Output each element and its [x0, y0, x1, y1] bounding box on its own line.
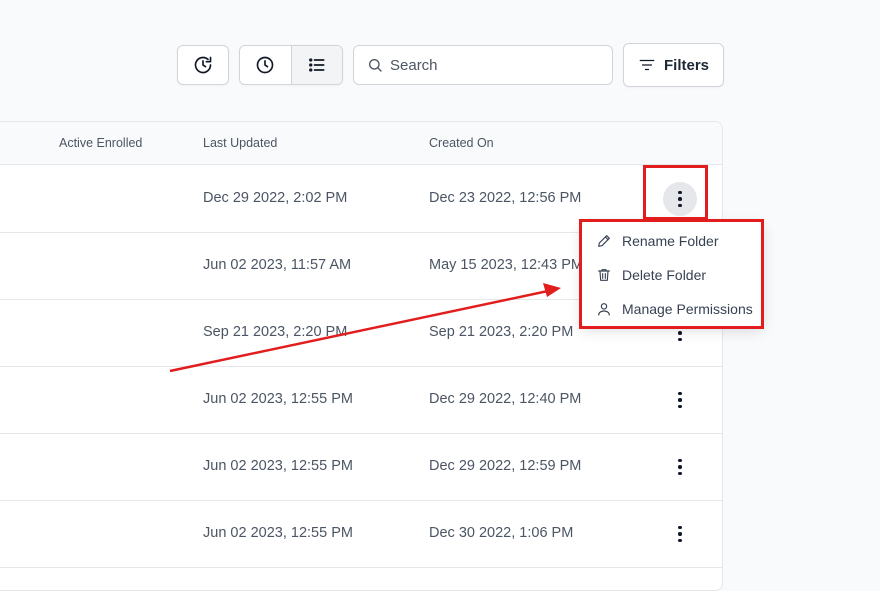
last-updated-cell: Sep 21 2023, 2:20 PM [203, 324, 348, 340]
list-icon [308, 58, 325, 72]
filters-button[interactable]: Filters [623, 43, 724, 87]
search-box[interactable] [353, 45, 613, 85]
more-vertical-icon [678, 458, 682, 476]
clock-view-button[interactable] [240, 46, 291, 84]
last-updated-cell: Jun 02 2023, 12:55 PM [203, 458, 353, 474]
history-icon [194, 56, 212, 74]
last-updated-cell: Jun 02 2023, 11:57 AM [203, 257, 352, 273]
row-actions-button[interactable] [663, 182, 697, 216]
user-icon [598, 303, 610, 316]
clock-icon [256, 56, 274, 74]
toolbar: Filters [0, 0, 880, 110]
trash-icon [598, 269, 610, 281]
created-on-cell: Dec 29 2022, 12:40 PM [429, 391, 582, 407]
list-view-button[interactable] [290, 46, 342, 84]
more-vertical-icon [678, 525, 682, 543]
search-icon [369, 58, 382, 72]
table-row[interactable]: Jun 02 2023, 12:55 PM Dec 30 2022, 1:06 … [0, 500, 722, 568]
table-header: Active Enrolled Last Updated Created On [0, 122, 722, 165]
delete-folder-menu-item[interactable]: Delete Folder [582, 258, 762, 292]
row-actions-button[interactable] [663, 383, 697, 417]
menu-item-label: Manage Permissions [622, 301, 753, 317]
folder-context-menu: Rename Folder Delete Folder Manage Permi… [582, 222, 762, 326]
last-updated-cell: Jun 02 2023, 12:55 PM [203, 525, 353, 541]
more-vertical-icon [678, 324, 682, 342]
column-header-last-updated[interactable]: Last Updated [203, 136, 277, 150]
created-on-cell: May 15 2023, 12:43 PM [429, 257, 583, 273]
last-updated-cell: Jun 02 2023, 12:55 PM [203, 391, 353, 407]
table-row[interactable]: Jun 02 2023, 12:55 PM Dec 29 2022, 12:59… [0, 433, 722, 501]
more-vertical-icon [678, 190, 682, 208]
more-vertical-icon [678, 391, 682, 409]
filters-label: Filters [663, 56, 709, 74]
created-on-cell: Dec 29 2022, 12:59 PM [429, 458, 582, 474]
created-on-cell: Dec 23 2022, 12:56 PM [429, 190, 582, 206]
row-actions-button[interactable] [663, 450, 697, 484]
folders-table: Active Enrolled Last Updated Created On … [0, 121, 723, 591]
row-actions-button[interactable] [663, 517, 697, 551]
view-toggle-group [239, 45, 343, 85]
history-button[interactable] [177, 45, 229, 85]
last-updated-cell: Dec 29 2022, 2:02 PM [203, 190, 348, 206]
search-input[interactable] [388, 55, 612, 75]
column-header-created-on[interactable]: Created On [429, 136, 494, 150]
column-header-active-enrolled[interactable]: Active Enrolled [59, 136, 142, 150]
menu-item-label: Delete Folder [622, 267, 707, 283]
menu-item-label: Rename Folder [622, 233, 719, 249]
pencil-icon [598, 235, 610, 247]
created-on-cell: Dec 30 2022, 1:06 PM [429, 525, 574, 541]
manage-permissions-menu-item[interactable]: Manage Permissions [582, 292, 762, 326]
rename-folder-menu-item[interactable]: Rename Folder [582, 224, 762, 258]
filter-icon [639, 59, 655, 71]
table-row[interactable]: Jun 02 2023, 12:55 PM Dec 29 2022, 12:40… [0, 366, 722, 434]
created-on-cell: Sep 21 2023, 2:20 PM [429, 324, 574, 340]
